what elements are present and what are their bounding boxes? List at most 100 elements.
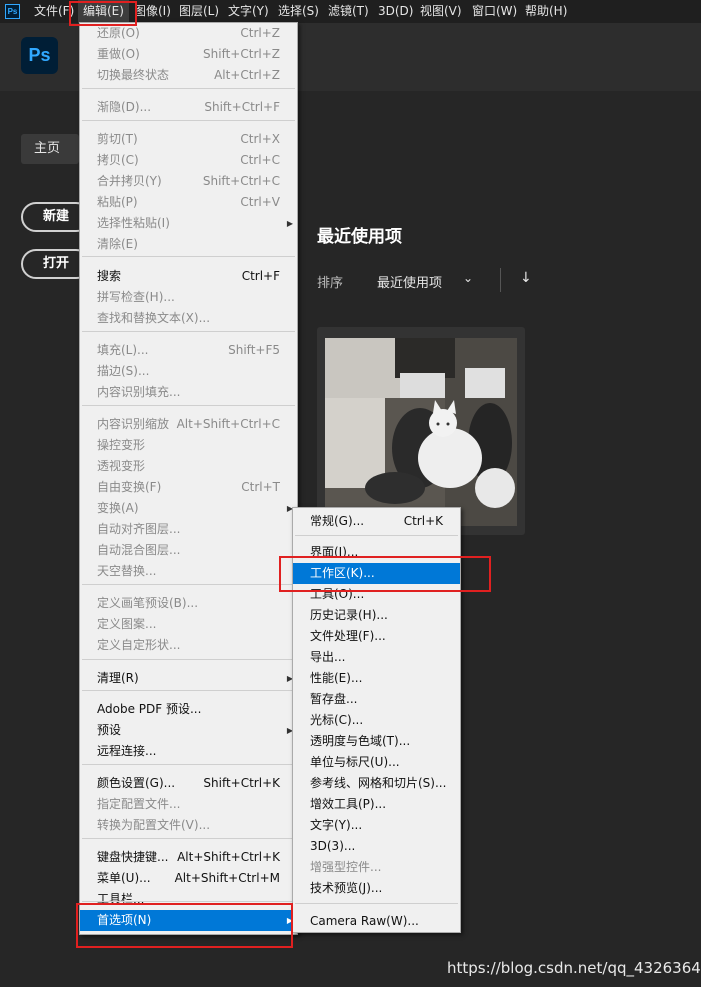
- edit-menu-item[interactable]: 变换(A) ▶: [80, 498, 297, 519]
- edit-menu-item[interactable]: 内容识别缩放 Alt+Shift+Ctrl+C: [80, 414, 297, 435]
- divider: [500, 268, 501, 292]
- edit-menu-item-label: 剪切(T): [97, 132, 138, 146]
- chevron-down-icon[interactable]: ⌄: [463, 271, 473, 285]
- sort-dropdown[interactable]: 最近使用项: [377, 272, 442, 291]
- edit-menu-item[interactable]: 选择性粘贴(I) ▶: [80, 213, 297, 234]
- edit-menu-item[interactable]: 透视变形: [80, 456, 297, 477]
- menu-3d[interactable]: 3D(D): [378, 0, 413, 23]
- edit-menu-item[interactable]: 菜单(U)... Alt+Shift+Ctrl+M: [80, 868, 297, 889]
- edit-menu-item[interactable]: 重做(O) Shift+Ctrl+Z: [80, 44, 297, 65]
- edit-menu-item[interactable]: 远程连接...: [80, 741, 297, 762]
- prefs-menu-item[interactable]: 界面(I)...: [293, 542, 460, 563]
- recent-file-thumbnail[interactable]: [325, 338, 517, 526]
- edit-menu-item[interactable]: 颜色设置(G)... Shift+Ctrl+K: [80, 773, 297, 794]
- menu-select[interactable]: 选择(S): [278, 0, 319, 23]
- edit-menu-item-label: 搜索: [97, 269, 122, 283]
- prefs-menu-item[interactable]: 历史记录(H)...: [293, 605, 460, 626]
- edit-menu-item[interactable]: 自动对齐图层...: [80, 519, 297, 540]
- prefs-menu-item[interactable]: 文件处理(F)...: [293, 626, 460, 647]
- edit-menu-item-label: 描边(S)...: [97, 364, 150, 378]
- edit-menu-item[interactable]: 天空替换...: [80, 561, 297, 582]
- photoshop-logo: Ps: [21, 37, 58, 74]
- edit-menu-item-label: 定义画笔预设(B)...: [97, 596, 199, 610]
- menu-filter[interactable]: 滤镜(T): [328, 0, 369, 23]
- preferences-submenu: 常规(G)... Ctrl+K 界面(I)... 工作区(K)... 工具(O)... 历…: [292, 507, 461, 933]
- edit-menu-item-label: 定义图案...: [97, 617, 157, 631]
- edit-menu-item[interactable]: 切换最终状态 Alt+Ctrl+Z: [80, 65, 297, 86]
- edit-menu-item[interactable]: 预设 ▶: [80, 720, 297, 741]
- edit-menu-item[interactable]: 自动混合图层...: [80, 540, 297, 561]
- edit-menu-item-shortcut: Shift+Ctrl+F: [204, 100, 280, 114]
- menu-edit[interactable]: 编辑(E): [78, 0, 129, 23]
- menu-separator: [82, 764, 295, 765]
- edit-menu-item[interactable]: 清除(E): [80, 234, 297, 255]
- menu-view[interactable]: 视图(V): [420, 0, 462, 23]
- menu-help[interactable]: 帮助(H): [525, 0, 567, 23]
- edit-menu-item[interactable]: 合并拷贝(Y) Shift+Ctrl+C: [80, 171, 297, 192]
- edit-menu-item[interactable]: 操控变形: [80, 435, 297, 456]
- edit-menu-item[interactable]: 转换为配置文件(V)...: [80, 815, 297, 836]
- prefs-menu-item[interactable]: 性能(E)...: [293, 668, 460, 689]
- edit-menu-item[interactable]: 搜索 Ctrl+F: [80, 266, 297, 287]
- edit-menu-item[interactable]: 拼写检查(H)...: [80, 287, 297, 308]
- sort-direction-icon[interactable]: ↓: [520, 270, 532, 286]
- prefs-menu-item[interactable]: 光标(C)...: [293, 710, 460, 731]
- menu-file[interactable]: 文件(F): [34, 0, 74, 23]
- prefs-menu-item[interactable]: 透明度与色域(T)...: [293, 731, 460, 752]
- edit-menu-item[interactable]: 查找和替换文本(X)...: [80, 308, 297, 329]
- menu-layer[interactable]: 图层(L): [179, 0, 219, 23]
- edit-menu-item[interactable]: 定义图案...: [80, 614, 297, 635]
- edit-menu-item[interactable]: 拷贝(C) Ctrl+C: [80, 150, 297, 171]
- prefs-menu-item-label: 常规(G)...: [310, 514, 365, 528]
- watermark: https://blog.csdn.net/qq_43263647: [447, 959, 701, 977]
- edit-menu-item[interactable]: 渐隐(D)... Shift+Ctrl+F: [80, 97, 297, 118]
- edit-menu-item[interactable]: 定义自定形状...: [80, 635, 297, 656]
- edit-menu-item[interactable]: 键盘快捷键... Alt+Shift+Ctrl+K: [80, 847, 297, 868]
- prefs-menu-item[interactable]: 常规(G)... Ctrl+K: [293, 511, 460, 532]
- prefs-menu-item[interactable]: 3D(3)...: [293, 836, 460, 857]
- menu-type[interactable]: 文字(Y): [228, 0, 269, 23]
- edit-menu-item[interactable]: 填充(L)... Shift+F5: [80, 340, 297, 361]
- prefs-menu-item[interactable]: 导出...: [293, 647, 460, 668]
- prefs-menu-item[interactable]: 单位与标尺(U)...: [293, 752, 460, 773]
- edit-menu-item-shortcut: Shift+Ctrl+C: [202, 174, 280, 188]
- edit-menu-item-label: 键盘快捷键...: [97, 850, 169, 864]
- edit-menu-item-shortcut: Ctrl+T: [241, 480, 280, 494]
- prefs-menu-item-label: 增效工具(P)...: [310, 797, 387, 811]
- prefs-menu-item[interactable]: 技术预览(J)...: [293, 878, 460, 899]
- edit-menu-item[interactable]: 定义画笔预设(B)...: [80, 593, 297, 614]
- prefs-menu-item[interactable]: 工具(O)...: [293, 584, 460, 605]
- prefs-menu-item[interactable]: 参考线、网格和切片(S)...: [293, 773, 460, 794]
- edit-menu-item-label: 自由变换(F): [97, 480, 162, 494]
- prefs-menu-item-label: 工具(O)...: [310, 587, 365, 601]
- prefs-menu-item[interactable]: 增效工具(P)...: [293, 794, 460, 815]
- edit-menu-item[interactable]: 指定配置文件...: [80, 794, 297, 815]
- edit-menu-item[interactable]: 清理(R) ▶: [80, 668, 297, 689]
- prefs-menu-item[interactable]: 工作区(K)...: [293, 563, 460, 584]
- edit-menu-item[interactable]: 描边(S)...: [80, 361, 297, 382]
- tab-home[interactable]: 主页: [21, 134, 79, 164]
- menu-image[interactable]: 图像(I): [134, 0, 171, 23]
- edit-menu-item[interactable]: 首选项(N) ▶: [80, 910, 297, 931]
- edit-menu-item-shortcut: Ctrl+X: [240, 132, 280, 146]
- edit-menu-item[interactable]: 自由变换(F) Ctrl+T: [80, 477, 297, 498]
- edit-menu-item-label: 合并拷贝(Y): [97, 174, 162, 188]
- edit-menu-item[interactable]: Adobe PDF 预设...: [80, 699, 297, 720]
- edit-menu-item[interactable]: 工具栏...: [80, 889, 297, 910]
- edit-menu-item-label: 预设: [97, 723, 122, 737]
- menu-window[interactable]: 窗口(W): [472, 0, 517, 23]
- prefs-menu-item-label: 参考线、网格和切片(S)...: [310, 776, 447, 790]
- edit-menu-item[interactable]: 内容识别填充...: [80, 382, 297, 403]
- prefs-menu-item[interactable]: 文字(Y)...: [293, 815, 460, 836]
- edit-menu-item-label: 拷贝(C): [97, 153, 139, 167]
- edit-menu-item-label: 内容识别填充...: [97, 385, 181, 399]
- prefs-menu-item[interactable]: Camera Raw(W)...: [293, 911, 460, 932]
- photoshop-app-icon[interactable]: Ps: [5, 4, 20, 19]
- prefs-menu-item[interactable]: 暂存盘...: [293, 689, 460, 710]
- edit-menu-item[interactable]: 还原(O) Ctrl+Z: [80, 23, 297, 44]
- edit-menu-item[interactable]: 剪切(T) Ctrl+X: [80, 129, 297, 150]
- edit-menu-item[interactable]: 粘贴(P) Ctrl+V: [80, 192, 297, 213]
- prefs-menu-item[interactable]: 增强型控件...: [293, 857, 460, 878]
- prefs-menu-item-shortcut: Ctrl+K: [403, 514, 443, 528]
- prefs-menu-item-label: 导出...: [310, 650, 346, 664]
